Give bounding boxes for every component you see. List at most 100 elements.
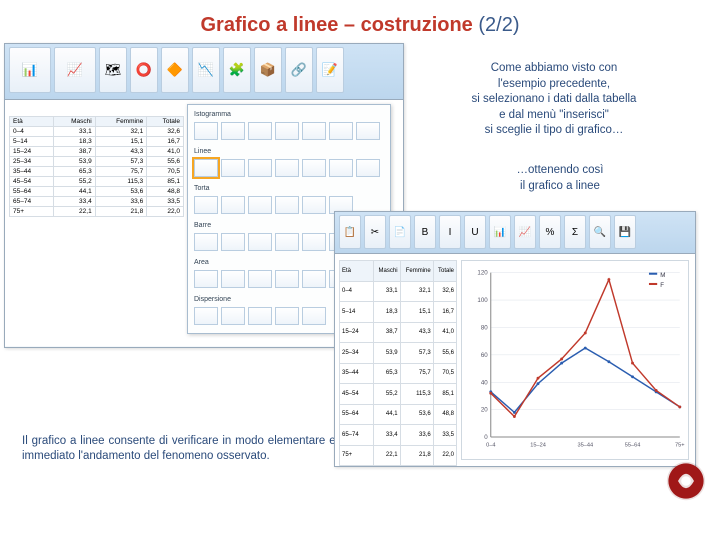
ribbon-button[interactable]: 📈 (54, 47, 96, 93)
ribbon-button[interactable]: 🔶 (161, 47, 189, 93)
svg-text:15–24: 15–24 (530, 442, 546, 448)
chart-type-thumb[interactable] (275, 122, 299, 140)
table-row: 75+22,121,822,0 (10, 207, 184, 217)
chart-type-thumb[interactable] (275, 307, 299, 325)
chart-type-thumb[interactable] (194, 307, 218, 325)
chart-type-thumb[interactable] (329, 159, 353, 177)
chart-type-thumb[interactable] (221, 233, 245, 251)
table-cell: 57,3 (95, 157, 147, 167)
table-header-cell: Età (10, 117, 54, 127)
table-cell: 70,5 (147, 167, 184, 177)
ribbon-button[interactable]: ✂ (364, 215, 386, 249)
table-row: 5–1418,315,116,7 (340, 302, 457, 323)
ribbon-button[interactable]: 📦 (254, 47, 282, 93)
table-cell: 32,6 (147, 127, 184, 137)
chart-type-thumb[interactable] (194, 122, 218, 140)
chart-type-thumb[interactable] (356, 122, 380, 140)
table-cell: 33,6 (400, 425, 433, 446)
table-cell: 53,6 (95, 187, 147, 197)
table-row: 25–3453,957,355,6 (340, 343, 457, 364)
table-cell: 41,0 (433, 322, 456, 343)
chart-type-thumb[interactable] (194, 233, 218, 251)
ribbon-button[interactable]: ⭕ (130, 47, 158, 93)
table-cell: 32,1 (400, 281, 433, 302)
chart-type-thumb[interactable] (248, 122, 272, 140)
table-row: 65–7433,433,633,5 (340, 425, 457, 446)
ribbon-button[interactable]: 📈 (514, 215, 536, 249)
ribbon-button[interactable]: I (439, 215, 461, 249)
ribbon-button[interactable]: B (414, 215, 436, 249)
ribbon-button[interactable]: Σ (564, 215, 586, 249)
ribbon-button[interactable]: 📝 (316, 47, 344, 93)
svg-text:120: 120 (477, 270, 488, 277)
table-cell: 15,1 (400, 302, 433, 323)
chart-type-thumb[interactable] (356, 159, 380, 177)
chart-type-thumb[interactable] (302, 122, 326, 140)
ribbon-button[interactable]: 🔗 (285, 47, 313, 93)
chart-type-thumb[interactable] (302, 307, 326, 325)
svg-text:60: 60 (481, 352, 488, 359)
ribbon-button[interactable]: 🔍 (589, 215, 611, 249)
ribbon-button[interactable]: U (464, 215, 486, 249)
chart-type-thumb[interactable] (221, 196, 245, 214)
chart-type-thumb[interactable] (248, 159, 272, 177)
table-cell: 25–34 (10, 157, 54, 167)
chart-type-thumb[interactable] (221, 122, 245, 140)
table-cell: 22,1 (374, 445, 401, 466)
ribbon-button[interactable]: 📄 (389, 215, 411, 249)
table-cell: 33,4 (54, 197, 96, 207)
chart-type-thumb[interactable] (221, 270, 245, 288)
table-row: 35–4465,375,770,5 (340, 363, 457, 384)
ribbon-button[interactable]: 🧩 (223, 47, 251, 93)
table-cell: 32,1 (95, 127, 147, 137)
table-cell: 55,2 (54, 177, 96, 187)
table-cell: 57,3 (400, 343, 433, 364)
table-cell: 48,8 (433, 404, 456, 425)
chart-type-thumb[interactable] (302, 270, 326, 288)
chart-type-thumb[interactable] (302, 159, 326, 177)
chart-menu-section-label: Linee (192, 146, 386, 157)
chart-type-thumb[interactable] (248, 307, 272, 325)
table-row: 25–3453,957,355,6 (10, 157, 184, 167)
ribbon-button[interactable]: 💾 (614, 215, 636, 249)
table-cell: 65–74 (340, 425, 374, 446)
chart-type-thumb[interactable] (302, 233, 326, 251)
chart-type-thumb[interactable] (275, 159, 299, 177)
table-row: 15–2438,743,341,0 (10, 147, 184, 157)
ribbon-button[interactable]: 📊 (489, 215, 511, 249)
title-suffix: (2/2) (478, 14, 519, 36)
chart-type-thumb[interactable] (275, 233, 299, 251)
slide-title: Grafico a linee – costruzione (2/2) (0, 0, 720, 43)
chart-type-thumb[interactable] (302, 196, 326, 214)
slide-body: Come abbiamo visto con l'esempio precede… (0, 43, 720, 513)
chart-type-thumb[interactable] (248, 196, 272, 214)
table-cell: 75,7 (400, 363, 433, 384)
ribbon-button[interactable]: 📊 (9, 47, 51, 93)
ribbon-button[interactable]: 📉 (192, 47, 220, 93)
chart-type-thumb[interactable] (194, 270, 218, 288)
ribbon-button[interactable]: 📋 (339, 215, 361, 249)
svg-text:35–44: 35–44 (577, 442, 593, 448)
table-cell: 44,1 (54, 187, 96, 197)
chart-type-thumb[interactable] (221, 307, 245, 325)
chart-type-thumb[interactable] (194, 159, 218, 177)
chart-type-thumb[interactable] (221, 159, 245, 177)
table-cell: 38,7 (54, 147, 96, 157)
table-row: 45–5455,2115,385,1 (340, 384, 457, 405)
table-cell: 22,0 (147, 207, 184, 217)
table-cell: 55,6 (433, 343, 456, 364)
data-table-1: EtàMaschiFemmineTotale0–433,132,132,65–1… (9, 116, 184, 217)
table-row: 45–5455,2115,385,1 (10, 177, 184, 187)
chart-type-thumb[interactable] (275, 270, 299, 288)
chart-type-thumb[interactable] (275, 196, 299, 214)
chart-type-thumb[interactable] (329, 122, 353, 140)
screenshot-line-chart: 📋✂📄BIU📊📈%Σ🔍💾 EtàMaschiFemmineTotale0–433… (334, 211, 696, 467)
svg-text:0–4: 0–4 (486, 442, 495, 448)
chart-type-thumb[interactable] (194, 196, 218, 214)
ribbon-button[interactable]: 🗺 (99, 47, 127, 93)
svg-text:M: M (660, 272, 665, 279)
table-cell: 18,3 (54, 137, 96, 147)
chart-type-thumb[interactable] (248, 270, 272, 288)
ribbon-button[interactable]: % (539, 215, 561, 249)
chart-type-thumb[interactable] (248, 233, 272, 251)
